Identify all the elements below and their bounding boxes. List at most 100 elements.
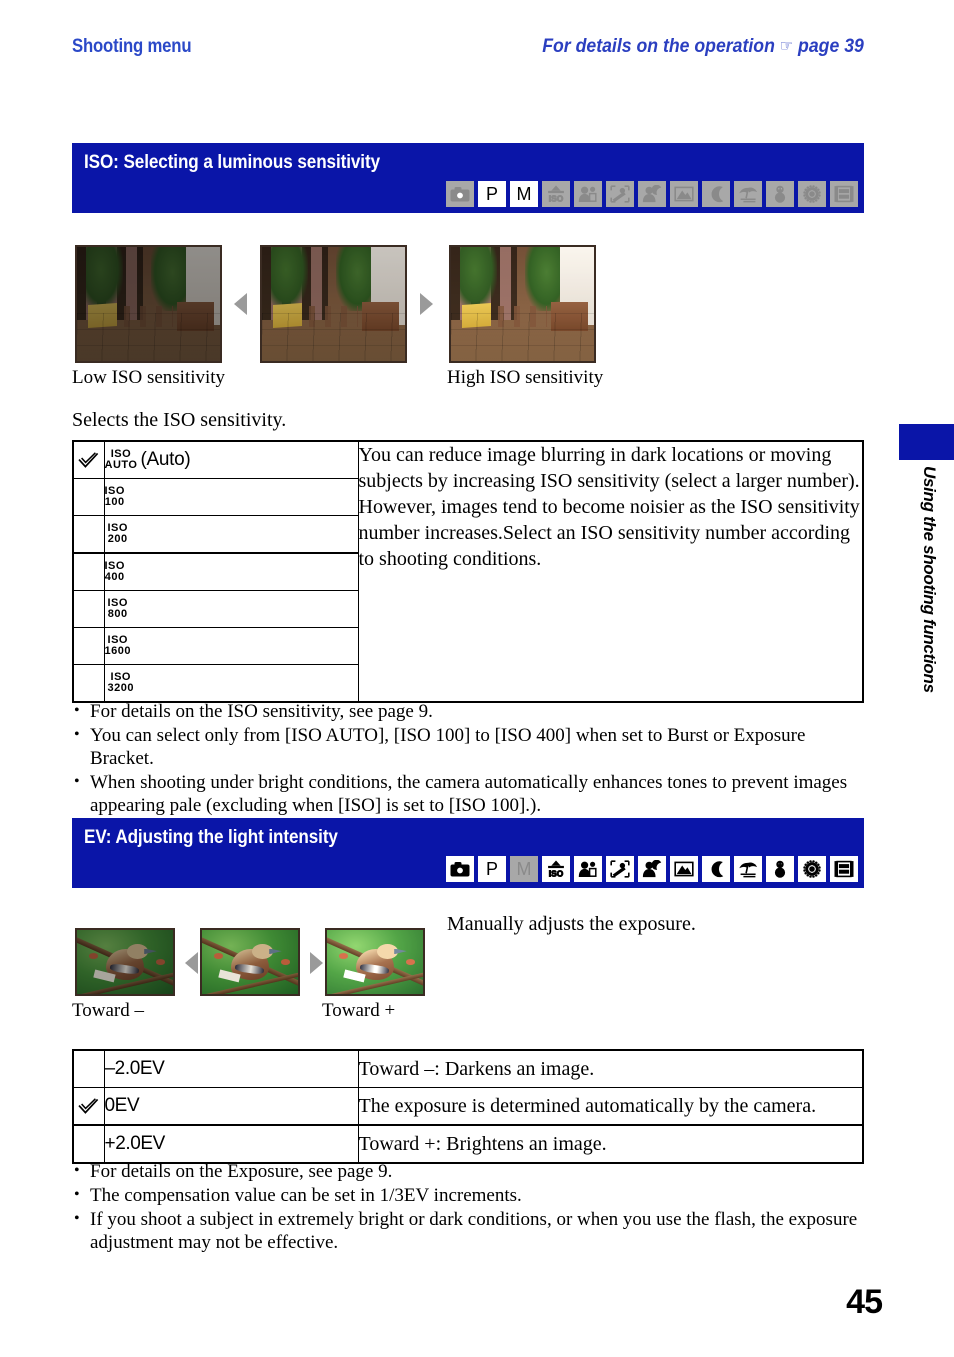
iso-mode-icon-strip: P M ISO xyxy=(446,181,858,207)
mode-letter: M xyxy=(516,859,532,879)
iso-row-label: ISO 1600 xyxy=(103,627,359,665)
iso-sample-photo-row: Low ISO sensitivity High ISO sensitivity xyxy=(72,245,872,395)
running-head-right-suffix: page 39 xyxy=(798,36,864,57)
iso-intro-text: Selects the ISO sensitivity. xyxy=(72,409,287,431)
iso-row-check xyxy=(72,590,105,628)
mode-letter: M xyxy=(516,184,532,204)
iso-section-header: ISO: Selecting a luminous sensitivity PM… xyxy=(72,143,864,213)
iso-row-check xyxy=(72,552,105,591)
iso-value-tag: ISO 800 xyxy=(107,597,128,620)
iso-value-tag: ISO 3200 xyxy=(107,671,134,694)
iso-value-tag: ISO AUTO xyxy=(104,448,138,471)
right-arrow-icon xyxy=(310,952,323,974)
right-arrow-icon xyxy=(420,293,433,315)
high-sensitivity-mode-icon: ISO xyxy=(542,181,570,207)
advanced-sports-mode-icon xyxy=(606,856,634,882)
twilight-mode-icon xyxy=(702,181,730,207)
iso-row-check xyxy=(72,478,105,516)
program-mode-icon: P xyxy=(478,181,506,207)
table-row[interactable]: –2.0EV Toward –: Darkens an image. xyxy=(72,1049,864,1088)
ev-sample-caption-plus: Toward + xyxy=(322,1000,396,1021)
movie-mode-icon xyxy=(830,181,858,207)
iso-value-tag: ISO 100 xyxy=(104,485,125,508)
iso-description: You can reduce image blurring in dark lo… xyxy=(357,440,864,703)
iso-sample-mid xyxy=(260,245,407,363)
side-tab-label: Using the shooting functions xyxy=(920,466,939,693)
auto-camera-mode-icon xyxy=(446,856,474,882)
fireworks-mode-icon xyxy=(798,181,826,207)
ev-row-check xyxy=(72,1124,105,1164)
iso-sample-high xyxy=(449,245,596,363)
ev-intro-text: Manually adjusts the exposure. xyxy=(447,913,696,935)
ev-sample-photo-row: Toward – Toward + xyxy=(72,922,872,1032)
twilight-mode-icon xyxy=(702,856,730,882)
check-icon xyxy=(78,1097,99,1114)
ev-description: Toward +: Brightens an image. xyxy=(357,1124,864,1164)
svg-text:ISO: ISO xyxy=(549,868,564,878)
twilight-portrait-mode-icon xyxy=(638,856,666,882)
beach-mode-icon xyxy=(734,856,762,882)
snow-mode-icon xyxy=(766,181,794,207)
page-number: 45 xyxy=(846,1283,883,1321)
high-sensitivity-mode-icon: ISO xyxy=(542,856,570,882)
iso-sample-low xyxy=(75,245,222,363)
ev-sample-plus xyxy=(325,928,425,996)
iso-row-check xyxy=(72,627,105,665)
svg-text:ISO: ISO xyxy=(549,193,564,203)
iso-value-tag: ISO 200 xyxy=(107,522,128,545)
ev-sample-caption-minus: Toward – xyxy=(72,1000,145,1021)
ev-value: –2.0EV xyxy=(103,1049,359,1088)
ev-section-title: EV: Adjusting the light intensity xyxy=(84,827,338,848)
running-head-right: For details on the operation ☞ page 39 xyxy=(542,36,864,58)
iso-row-label: ISO 200 xyxy=(103,515,359,554)
ev-row-check xyxy=(72,1049,105,1088)
iso-row-check xyxy=(72,515,105,554)
note-item: You can select only from [ISO AUTO], [IS… xyxy=(72,723,872,770)
ev-row-check xyxy=(72,1087,105,1126)
beach-mode-icon xyxy=(734,181,762,207)
running-head: Shooting menu For details on the operati… xyxy=(72,36,864,66)
program-mode-icon: P xyxy=(478,856,506,882)
check-icon xyxy=(78,451,99,468)
landscape-mode-icon xyxy=(670,181,698,207)
table-row[interactable]: 0EV The exposure is determined automatica… xyxy=(72,1087,864,1126)
running-head-left: Shooting menu xyxy=(72,36,192,57)
iso-options-table: ISO AUTO (Auto) You can reduce image blurri… xyxy=(72,440,864,703)
iso-sample-caption-high: High ISO sensitivity xyxy=(447,367,604,388)
soft-snap-mode-icon xyxy=(574,181,602,207)
table-row[interactable]: ISO AUTO (Auto) You can reduce image blurri… xyxy=(72,440,864,703)
fireworks-mode-icon xyxy=(798,856,826,882)
note-item: The compensation value can be set in 1/3… xyxy=(72,1183,872,1207)
ev-notes-list: For details on the Exposure, see page 9.… xyxy=(72,1159,872,1255)
iso-value-tag: ISO 400 xyxy=(104,560,125,583)
twilight-portrait-mode-icon xyxy=(638,181,666,207)
ev-description: Toward –: Darkens an image. xyxy=(357,1049,864,1088)
running-head-right-prefix: For details on the operation xyxy=(542,36,776,57)
iso-section-title: ISO: Selecting a luminous sensitivity xyxy=(84,152,381,173)
iso-row-check xyxy=(72,664,105,703)
pointing-hand-icon: ☞ xyxy=(779,36,794,55)
iso-row-check xyxy=(72,440,105,479)
advanced-sports-mode-icon xyxy=(606,181,634,207)
iso-value-suffix: (Auto) xyxy=(140,449,191,470)
mode-letter: P xyxy=(485,859,498,879)
landscape-mode-icon xyxy=(670,856,698,882)
iso-row-label: ISO AUTO (Auto) xyxy=(103,440,359,479)
ev-value: 0EV xyxy=(103,1087,359,1126)
note-item: If you shoot a subject in extremely brig… xyxy=(72,1207,872,1254)
mode-letter: P xyxy=(485,184,498,204)
iso-row-label: ISO 100 xyxy=(103,478,359,516)
ev-value: +2.0EV xyxy=(103,1124,359,1164)
manual-mode-icon: M xyxy=(510,181,538,207)
note-item: For details on the ISO sensitivity, see … xyxy=(72,699,872,723)
iso-value-tag: ISO 1600 xyxy=(104,634,131,657)
ev-section-header: EV: Adjusting the light intensity P M ISO xyxy=(72,818,864,888)
left-arrow-icon xyxy=(185,952,198,974)
iso-row-label: ISO 3200 xyxy=(103,664,359,703)
ev-sample-zero xyxy=(200,928,300,996)
manual-mode-icon: M xyxy=(510,856,538,882)
iso-row-label: ISO 800 xyxy=(103,590,359,628)
snow-mode-icon xyxy=(766,856,794,882)
table-row[interactable]: +2.0EV Toward +: Brightens an image. xyxy=(72,1124,864,1164)
ev-mode-icon-strip: P M ISO xyxy=(446,856,858,882)
